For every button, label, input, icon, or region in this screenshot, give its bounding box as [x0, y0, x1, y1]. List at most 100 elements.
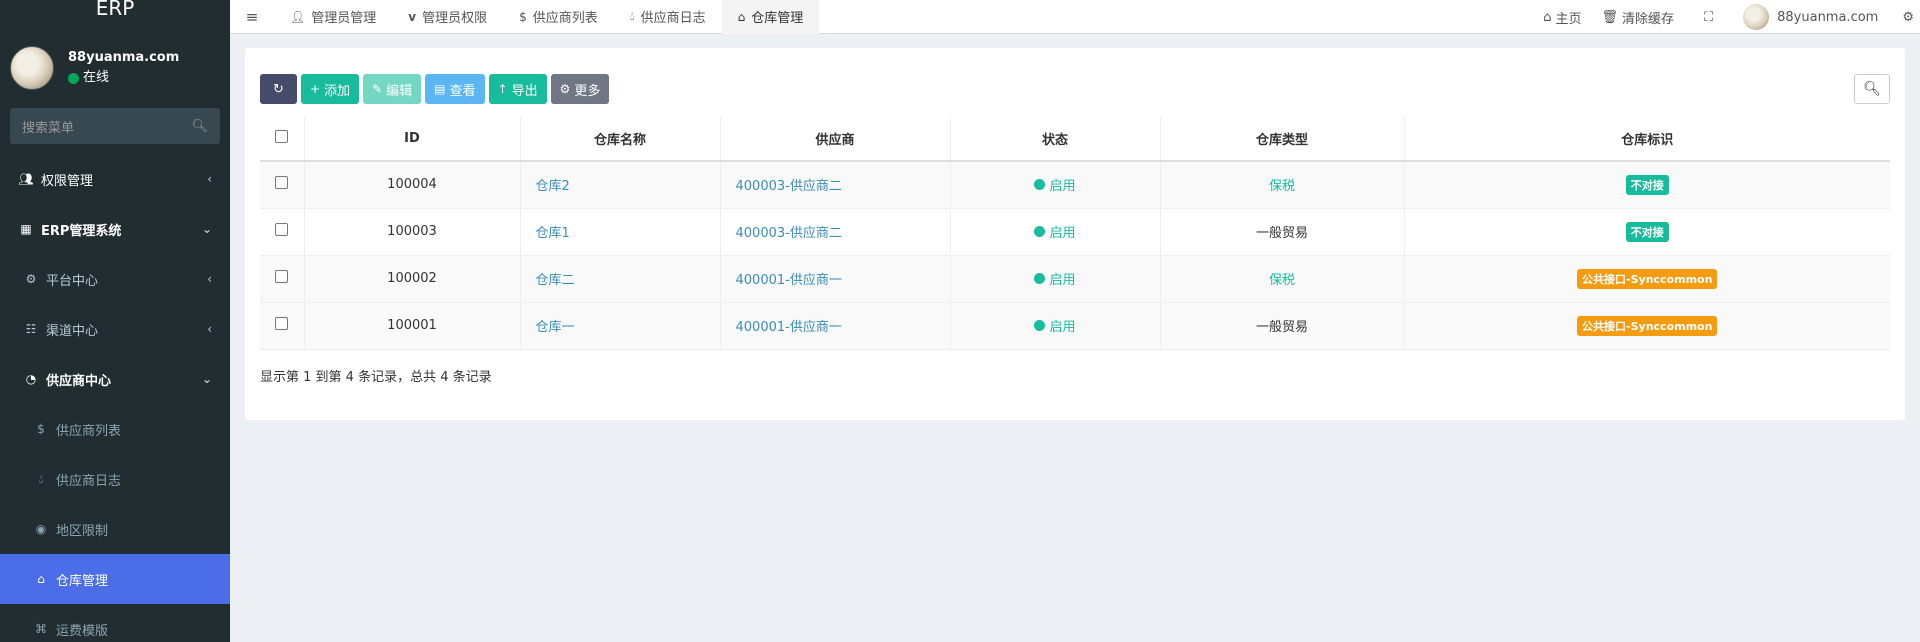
cell-name-link[interactable]: 仓库二: [536, 273, 575, 288]
column-header-status[interactable]: 状态: [949, 116, 1160, 162]
table-row[interactable]: 100004 仓库2 400003-供应商二 启用 保税 不对接: [260, 161, 1890, 209]
view-button[interactable]: ▤ 查看: [425, 74, 485, 104]
select-all-checkbox-cell: [260, 116, 304, 162]
user-menu[interactable]: 88yuanma.com: [1733, 4, 1888, 30]
fullscreen-icon[interactable]: ⛶: [1684, 10, 1733, 25]
tab-admin-manage[interactable]: 👤︎ 管理员管理: [274, 0, 392, 34]
table-row[interactable]: 100001 仓库一 400001-供应商一 启用 一般贸易 公共接口-Sync…: [260, 302, 1890, 350]
tab-admin-permission[interactable]: v 管理员权限: [392, 0, 503, 34]
drop-icon: 💧︎: [629, 9, 635, 23]
trash-icon: 🗑︎: [1601, 9, 1618, 25]
status-badge[interactable]: 启用: [1034, 222, 1076, 241]
cell-supplier-link[interactable]: 400003-供应商二: [736, 226, 842, 241]
cell-id: 100002: [303, 255, 520, 303]
cell-type[interactable]: 保税: [1269, 179, 1295, 194]
status-dot-icon: [1034, 320, 1046, 331]
chevron-left-icon: ‹: [207, 322, 212, 336]
sidebar-item-shipping-template[interactable]: ⌘ 运费模版: [0, 604, 230, 642]
search-icon[interactable]: 🔍︎: [191, 119, 208, 134]
sidebar-item-supplier-list[interactable]: $ 供应商列表: [0, 404, 230, 454]
puzzle-icon: ⌘: [35, 622, 47, 636]
sidebar-item-warehouse[interactable]: ⌂ 仓库管理: [0, 554, 230, 604]
status-badge[interactable]: 启用: [1034, 175, 1076, 194]
clear-cache-button[interactable]: 🗑︎ 清除缓存: [1591, 8, 1684, 27]
sidebar-item-erp[interactable]: ▦ ERP管理系统 ⌄: [0, 204, 230, 254]
app-logo[interactable]: ERP: [0, 0, 230, 20]
sidebar: ERP 88yuanma.com 在线 搜索菜单 🔍︎ 👥︎ 权限管理 ‹ ▦ ER…: [0, 0, 230, 642]
add-button[interactable]: + 添加: [301, 74, 360, 104]
dollar-icon: $: [519, 9, 527, 24]
cell-type[interactable]: 一般贸易: [1256, 226, 1308, 241]
search-button[interactable]: 🔍︎: [1854, 74, 1890, 104]
row-checkbox[interactable]: [275, 223, 289, 236]
cell-supplier-link[interactable]: 400003-供应商二: [736, 179, 842, 194]
sidebar-item-label: 权限管理: [41, 173, 94, 189]
table-row[interactable]: 100003 仓库1 400003-供应商二 启用 一般贸易 不对接: [260, 208, 1890, 256]
navbar-right: ⌂ 主页 🗑︎ 清除缓存 ⛶ 88yuanma.com ⚙: [1533, 0, 1920, 34]
column-header-supplier[interactable]: 供应商: [719, 116, 950, 162]
vimeo-icon: v: [408, 9, 417, 24]
tab-label: 管理员管理: [311, 11, 377, 26]
chevron-down-icon: ⌄: [201, 372, 212, 386]
tag-badge[interactable]: 公共接口-Synccommon: [1577, 315, 1718, 336]
tab-label: 仓库管理: [751, 11, 804, 26]
select-all-checkbox[interactable]: [275, 129, 289, 143]
status-badge[interactable]: 启用: [1034, 269, 1076, 288]
column-header-tag[interactable]: 仓库标识: [1403, 116, 1890, 162]
row-checkbox[interactable]: [275, 270, 289, 283]
tag-badge[interactable]: 不对接: [1625, 174, 1669, 195]
menu-search-placeholder: 搜索菜单: [22, 120, 75, 136]
row-checkbox[interactable]: [275, 317, 289, 330]
cell-type[interactable]: 保税: [1269, 273, 1295, 288]
cell-name-link[interactable]: 仓库2: [536, 179, 570, 194]
sidebar-item-platform[interactable]: ⚙ 平台中心 ‹: [0, 254, 230, 304]
chevron-left-icon: ‹: [207, 172, 212, 186]
search-icon: 🔍︎: [1863, 81, 1881, 97]
tab-supplier-list[interactable]: $ 供应商列表: [503, 0, 614, 34]
toolbar: ↻ + 添加 ✎ 编辑 ▤ 查看 ↑ 导出 ⚙ 更多: [260, 74, 613, 104]
hamburger-icon[interactable]: ≡: [230, 8, 274, 26]
tab-supplier-log[interactable]: 💧︎ 供应商日志: [614, 0, 722, 34]
cell-type[interactable]: 一般贸易: [1256, 320, 1308, 335]
more-button[interactable]: ⚙ 更多: [550, 74, 610, 104]
status-label: 启用: [1049, 320, 1076, 335]
gear-icon: ⚙: [559, 82, 571, 96]
cell-name-link[interactable]: 仓库一: [536, 320, 575, 335]
home-link[interactable]: ⌂ 主页: [1533, 8, 1591, 27]
export-button[interactable]: ↑ 导出: [488, 74, 547, 104]
plus-icon: +: [310, 82, 321, 96]
avatar: [10, 46, 54, 90]
table-icon: ▦: [20, 222, 32, 236]
tag-badge[interactable]: 公共接口-Synccommon: [1577, 268, 1718, 289]
user-panel: 88yuanma.com 在线: [0, 20, 230, 92]
chevron-down-icon: ⌄: [201, 222, 212, 236]
sidebar-item-permission[interactable]: 👥︎ 权限管理 ‹: [0, 154, 230, 204]
gears-icon[interactable]: ⚙: [1888, 10, 1920, 25]
sidebar-item-region-limit[interactable]: ◉ 地区限制: [0, 504, 230, 554]
cell-supplier-link[interactable]: 400001-供应商一: [736, 320, 842, 335]
tab-label: 管理员权限: [422, 11, 488, 26]
table-header-row: ID 仓库名称 供应商 状态 仓库类型 仓库标识: [260, 116, 1890, 162]
sidebar-item-supplier-log[interactable]: 💧︎ 供应商日志: [0, 454, 230, 504]
menu-search-input[interactable]: 搜索菜单 🔍︎: [10, 108, 220, 144]
row-checkbox[interactable]: [275, 176, 289, 190]
sidebar-item-channel[interactable]: ☷ 渠道中心 ‹: [0, 304, 230, 354]
edit-button[interactable]: ✎ 编辑: [363, 74, 422, 104]
tab-warehouse[interactable]: ⌂ 仓库管理: [721, 0, 820, 34]
column-header-type[interactable]: 仓库类型: [1159, 116, 1404, 162]
table-row[interactable]: 100002 仓库二 400001-供应商一 启用 保税 公共接口-Syncco…: [260, 255, 1890, 303]
column-header-name[interactable]: 仓库名称: [519, 116, 720, 162]
cell-id: 100001: [303, 302, 520, 350]
status-badge[interactable]: 启用: [1034, 316, 1076, 335]
home-label: 主页: [1555, 11, 1582, 27]
warehouse-table: ID 仓库名称 供应商 状态 仓库类型 仓库标识 100004 仓库2 4000…: [260, 116, 1890, 350]
cell-name-link[interactable]: 仓库1: [536, 226, 570, 241]
top-navbar: ≡ 👤︎ 管理员管理 v 管理员权限 $ 供应商列表 💧︎ 供应商日志 ⌂ 仓库管理 ⌂ 主…: [230, 0, 1920, 34]
sidebar-item-label: 仓库管理: [56, 573, 109, 589]
column-header-id[interactable]: ID: [303, 116, 520, 162]
refresh-button[interactable]: ↻: [260, 74, 297, 104]
status-label: 启用: [1049, 226, 1076, 241]
sidebar-item-supplier-center[interactable]: ◔ 供应商中心 ⌄: [0, 354, 230, 404]
cell-supplier-link[interactable]: 400001-供应商一: [736, 273, 842, 288]
tag-badge[interactable]: 不对接: [1625, 221, 1669, 242]
